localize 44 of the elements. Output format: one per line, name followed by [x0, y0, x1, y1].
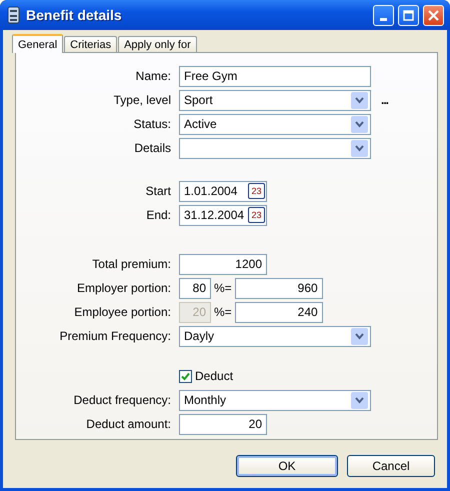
input-field[interactable]: 960	[234, 278, 323, 298]
field-label: Status:	[132, 116, 172, 132]
date-field[interactable]: 31.12.2004 23	[179, 204, 267, 226]
dropdown[interactable]: Dayly	[179, 326, 371, 346]
checkbox[interactable]	[179, 370, 192, 382]
calendar-button[interactable]: 23	[248, 207, 265, 223]
input-field[interactable]: 20	[179, 414, 267, 434]
field-label: Deduct frequency:	[72, 392, 172, 408]
field-label: Type, level	[112, 92, 172, 108]
field-label: Deduct amount:	[85, 416, 172, 432]
input-field[interactable]: 1200	[179, 254, 267, 274]
field-label: Name:	[134, 68, 172, 84]
field-label: Details	[133, 140, 172, 156]
close-icon	[427, 8, 440, 22]
field-label: Total premium:	[91, 256, 172, 272]
field-label: Start	[144, 184, 172, 198]
input-field[interactable]: Free Gym	[179, 66, 371, 86]
window-title: Benefit details	[26, 6, 123, 24]
dropdown[interactable]: Sport	[179, 90, 371, 110]
field-label: Employer portion:	[76, 280, 172, 296]
percent-field[interactable]: 80	[179, 278, 211, 298]
field-label: Premium Frequency:	[58, 328, 172, 344]
minimize-icon	[380, 18, 387, 21]
tab[interactable]: Criterias	[64, 36, 118, 52]
dropdown[interactable]: Active	[179, 114, 371, 134]
date-field[interactable]: 1.01.2004 23	[179, 180, 267, 202]
checkbox-label: Deduct	[195, 368, 234, 384]
tab[interactable]: Apply only for	[118, 36, 197, 52]
ok-button[interactable]: OK	[236, 455, 338, 477]
calendar-button[interactable]: 23	[248, 183, 265, 199]
close-button[interactable]	[423, 4, 444, 26]
tab[interactable]: General	[12, 34, 64, 53]
dropdown[interactable]: Monthly	[179, 390, 371, 410]
percent-sign: %=	[214, 280, 232, 296]
field-label: Employee portion:	[73, 304, 172, 320]
more-button[interactable]: ...	[381, 92, 388, 108]
field-label: End:	[145, 208, 172, 222]
app-icon	[6, 6, 22, 24]
minimize-button[interactable]	[373, 4, 394, 26]
maximize-icon	[402, 8, 415, 22]
dropdown[interactable]	[179, 138, 371, 158]
cancel-button[interactable]: Cancel	[347, 455, 435, 477]
maximize-button[interactable]	[398, 4, 419, 26]
percent-sign: %=	[214, 304, 232, 320]
